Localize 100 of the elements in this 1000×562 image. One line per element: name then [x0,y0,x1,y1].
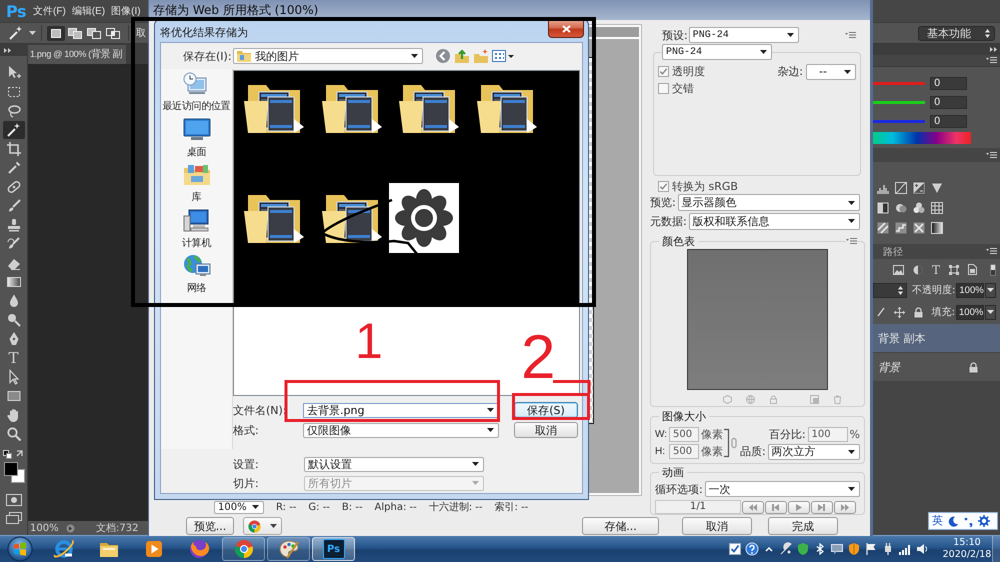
taskbar-button[interactable] [267,537,310,561]
cut-squares-icon[interactable] [85,26,103,40]
file-list[interactable] [233,70,580,396]
places-item[interactable]: 库 [161,162,232,208]
menu-item[interactable]: 文件(F) [33,4,66,18]
places-item[interactable]: 网络 [161,253,232,298]
show-desktop-button[interactable] [992,536,1000,562]
location-dropdown[interactable]: 我的图片 [233,48,423,64]
settings-dropdown[interactable]: 默认设置 [304,456,484,472]
foreground-swatch-icon[interactable] [4,462,18,476]
channel-value-field[interactable]: 0 [930,77,967,90]
done-button[interactable]: 完成 [768,517,838,535]
fill-dropdown-button[interactable] [985,304,996,320]
matte-dropdown[interactable]: -- [806,64,856,80]
screen-mode-icon[interactable] [6,512,22,524]
move-cross-icon[interactable] [894,306,905,318]
info-arrow-icon[interactable] [66,524,75,532]
three-circles-icon[interactable] [913,202,925,214]
channel-value-field[interactable]: 0 [930,96,967,109]
width-field[interactable]: 500 [669,427,699,442]
type-filter[interactable]: T [932,264,940,276]
frame-button[interactable] [742,500,764,514]
magic-wand-icon[interactable] [8,25,24,41]
stepped-square-icon[interactable] [895,222,907,234]
checkbox-label[interactable]: 转换为 sRGB [672,179,738,194]
picture-icon[interactable] [893,264,904,274]
frame-button[interactable] [811,500,833,514]
loop-dropdown[interactable]: 一次 [704,481,860,497]
opacity-dropdown-button[interactable] [985,282,996,298]
fox-globe-icon[interactable] [188,538,210,560]
half-filled-square-icon[interactable] [877,202,889,214]
eyedropper-icon[interactable] [6,160,22,176]
browser-dropdown[interactable] [243,517,282,535]
menu-icon[interactable] [986,248,997,255]
double-arrow-icon[interactable] [990,47,997,52]
plus-minus-square-icon[interactable] [913,182,925,194]
app-logo[interactable]: Ps [322,539,344,559]
bandage-icon[interactable] [6,178,22,194]
menu-item[interactable]: 编辑(E) [72,4,106,18]
joined-squares-icon[interactable] [66,26,84,40]
cancel-button[interactable]: 取消 [514,422,578,438]
magnifier-icon[interactable] [6,426,22,442]
curve-graph-icon[interactable] [895,182,907,194]
menu-icon[interactable] [986,57,997,64]
shield-icon[interactable] [847,542,861,556]
view-menu-icon[interactable] [492,49,514,63]
color-spectrum-bar[interactable] [873,132,971,144]
color-slider-track[interactable] [873,120,925,123]
magic-wand-icon[interactable] [2,120,24,138]
overlapping-circles-icon[interactable] [895,202,907,214]
preset-dropdown[interactable]: PNG-24 [688,27,799,43]
document-tab[interactable]: 1.png @ 100% (背景 副 [28,45,126,64]
chat-bubble-icon[interactable] [830,542,844,556]
places-item[interactable]: 计算机 [161,208,232,253]
brush-curl-icon[interactable] [6,236,22,252]
frame-button[interactable] [765,500,787,514]
preview-button[interactable]: 预览... [186,517,234,535]
flag-icon[interactable] [864,542,878,556]
places-item[interactable]: 最近访问的位置 [161,71,232,116]
panel-tab[interactable]: 路径 [883,244,903,258]
frame-button[interactable] [834,500,856,514]
color-slider-track[interactable] [873,101,925,104]
close-button[interactable] [548,20,584,38]
lock-icon[interactable] [914,306,923,318]
places-item[interactable]: 桌面 [161,116,232,162]
menu-icon[interactable] [986,152,997,158]
shield-icon[interactable] [796,542,810,556]
format-dropdown[interactable]: PNG-24 [662,44,772,60]
workspace-dropdown[interactable]: 基本功能 [918,26,995,40]
corner-frame-icon[interactable] [949,264,960,274]
save-button[interactable]: 存储... [582,517,659,535]
diagonal-stroke-icon[interactable] [877,307,885,317]
checkbox[interactable] [658,66,669,77]
signal-bars-icon[interactable] [898,542,912,556]
cancel-button[interactable]: 取消 [682,517,752,535]
half-circle-icon[interactable] [913,264,923,274]
opacity-field[interactable]: 100% [956,282,984,298]
checkbox-label[interactable]: 交错 [672,80,694,96]
height-field[interactable]: 500 [669,444,699,459]
gradient-square-icon[interactable] [931,222,943,234]
checkbox[interactable] [658,82,669,94]
filename-field[interactable]: 去背景.png [303,402,499,418]
lasso-icon[interactable] [6,102,22,118]
overlap-squares-icon[interactable] [104,26,122,40]
layer-row[interactable]: 背景 副本 [873,324,1000,353]
stamp-icon[interactable] [6,216,22,232]
gear-icon[interactable] [389,183,459,253]
folder-up-icon[interactable] [454,48,470,64]
toggle-switch-icon[interactable] [990,264,996,276]
channel-value-field[interactable]: 0 [930,115,967,128]
default-colors-icon[interactable] [2,450,12,459]
satellite-icon[interactable] [779,542,793,556]
format-dropdown[interactable]: 仅限图像 [303,422,499,438]
menu-icon[interactable] [845,32,856,38]
zoom-dropdown[interactable]: 100% [214,500,264,514]
browser-icon[interactable] [52,538,74,560]
percent-field[interactable]: 100 [808,427,848,442]
frame-button[interactable] [788,500,810,514]
round-browser-icon[interactable] [232,538,254,560]
chain-link-icon[interactable] [724,428,737,458]
